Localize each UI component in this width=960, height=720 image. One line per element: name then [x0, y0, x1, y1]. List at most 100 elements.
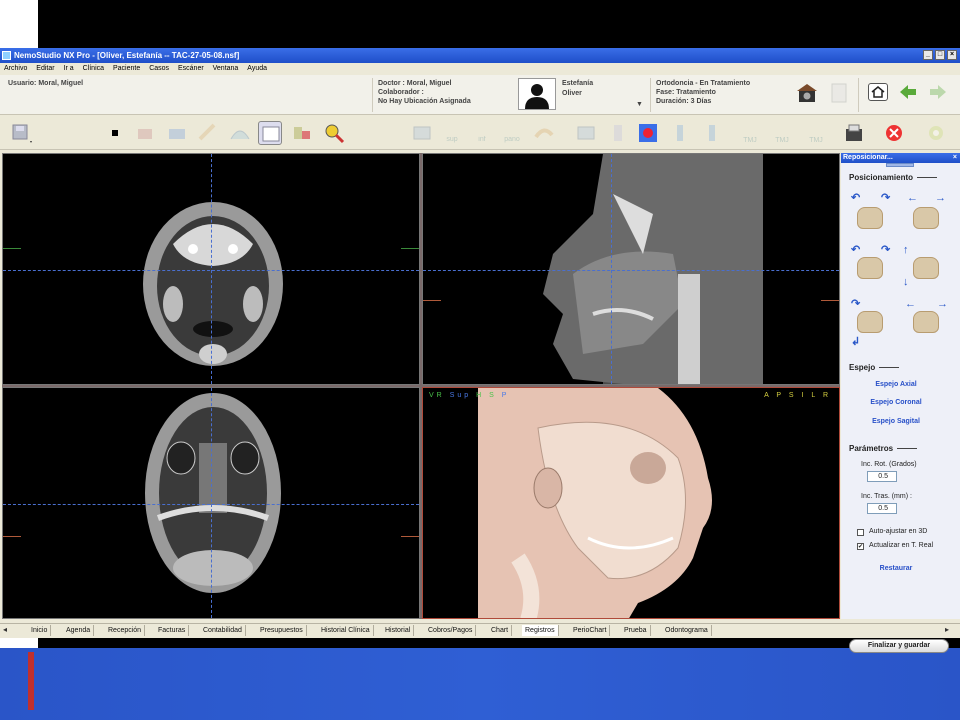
actualizar-checkbox[interactable]: ✔ [857, 543, 864, 550]
espejo-coronal-link[interactable]: Espejo Coronal [841, 399, 951, 406]
scroll-left-icon[interactable]: ◂ [3, 625, 7, 634]
black-square-icon[interactable] [104, 121, 128, 145]
label-sup[interactable]: Sup [450, 392, 471, 399]
forward-arrow-icon[interactable] [928, 83, 948, 101]
espejo-axial-link[interactable]: Espejo Axial [841, 381, 951, 388]
label-p[interactable]: P [502, 392, 510, 399]
layout-icon[interactable] [258, 121, 282, 145]
menu-paciente[interactable]: Paciente [113, 65, 140, 72]
arch-icon[interactable] [228, 121, 252, 145]
orient-r[interactable]: R [823, 392, 831, 399]
sup-view-button[interactable]: sup [440, 121, 464, 145]
grid-view-icon[interactable] [574, 121, 598, 145]
orient-l[interactable]: L [811, 392, 818, 399]
tools-icon[interactable] [290, 121, 314, 145]
coronal-view[interactable] [2, 387, 420, 619]
tab-recepcion[interactable]: Recepción [105, 625, 146, 636]
orient-s[interactable]: S [789, 392, 797, 399]
tab-historial-clinica[interactable]: Historial Clínica [318, 625, 374, 636]
cancel-icon[interactable] [882, 121, 906, 145]
truck-icon[interactable] [165, 121, 189, 145]
tmj-button-1[interactable]: TMJ [738, 121, 762, 145]
rotate-left-arrow-icon[interactable]: ← [907, 193, 918, 204]
menu-casos[interactable]: Casos [149, 65, 169, 72]
menu-editar[interactable]: Editar [36, 65, 54, 72]
slice-view-icon[interactable] [410, 121, 434, 145]
minimize-button[interactable]: _ [923, 50, 933, 60]
model-icon[interactable] [134, 121, 158, 145]
move-right-arrow-icon[interactable]: → [937, 299, 948, 310]
printer-icon[interactable] [842, 121, 866, 145]
tab-periochart[interactable]: PerioChart [570, 625, 611, 636]
tab-prueba[interactable]: Prueba [621, 625, 651, 636]
panel-close-icon[interactable]: × [953, 153, 957, 163]
rotate-right-arrow-icon[interactable]: → [935, 193, 946, 204]
orient-i[interactable]: I [801, 392, 806, 399]
maximize-button[interactable]: □ [935, 50, 945, 60]
inc-tras-stepper[interactable]: 0.5 [867, 503, 897, 514]
patient-dropdown-icon[interactable]: ▼ [636, 101, 643, 108]
tmj-button-3[interactable]: TMJ [804, 121, 828, 145]
ruler-icon[interactable] [196, 121, 220, 145]
camera-icon[interactable] [795, 81, 819, 105]
menu-ayuda[interactable]: Ayuda [247, 65, 267, 72]
tab-agenda[interactable]: Agenda [63, 625, 95, 636]
label-vr[interactable]: VR [429, 392, 445, 399]
tab-odontograma[interactable]: Odontograma [662, 625, 712, 636]
tab-inicio[interactable]: Inicio [28, 625, 52, 636]
axial-view[interactable] [2, 153, 420, 385]
implant-2-icon[interactable] [700, 121, 724, 145]
airway-icon[interactable] [636, 121, 660, 145]
tab-cobros-pagos[interactable]: Cobros/Pagos [425, 625, 477, 636]
rotate-left-skull-icon[interactable] [857, 207, 883, 229]
move-down-arrow-icon[interactable]: ↓ [903, 277, 909, 288]
pano-view-button[interactable]: pano [500, 121, 524, 145]
implant-icon[interactable] [668, 121, 692, 145]
settings-gear-icon[interactable] [924, 121, 948, 145]
orient-p[interactable]: P [776, 392, 784, 399]
menu-clinica[interactable]: Clínica [83, 65, 104, 72]
rotate-ccw-arrow-icon[interactable]: ↶ [851, 193, 860, 204]
finalizar-button[interactable]: Finalizar y guardar [849, 639, 949, 653]
inc-rot-stepper[interactable]: 0.5 [867, 471, 897, 482]
menu-ir-a[interactable]: Ir a [64, 65, 74, 72]
label-h[interactable]: H [476, 392, 484, 399]
espejo-sagital-link[interactable]: Espejo Sagital [841, 418, 951, 425]
save-icon[interactable] [10, 121, 34, 145]
orient-a[interactable]: A [764, 392, 771, 399]
rotate-cw-arrow-icon[interactable]: ↷ [881, 193, 890, 204]
render-3d-view[interactable]: VR Sup H S P A P S I L R [422, 387, 840, 619]
tab-historial[interactable]: Historial [382, 625, 415, 636]
tab-chart[interactable]: Chart [488, 625, 513, 636]
document-icon[interactable] [827, 81, 851, 105]
tooth-icon[interactable] [606, 121, 630, 145]
inf-view-button[interactable]: inf [470, 121, 494, 145]
radiation-search-icon[interactable] [322, 121, 346, 145]
scroll-right-icon[interactable]: ▸ [945, 625, 949, 634]
curve-icon[interactable] [532, 121, 556, 145]
yaw-back-arrow-icon[interactable]: ↲ [851, 337, 860, 348]
tilt-cw-arrow-icon[interactable]: ↷ [881, 245, 890, 256]
close-button[interactable]: × [947, 50, 957, 60]
auto-ajustar-checkbox[interactable] [857, 529, 864, 536]
menu-escaner[interactable]: Escáner [178, 65, 204, 72]
move-left-arrow-icon[interactable]: ← [905, 299, 916, 310]
menu-archivo[interactable]: Archivo [4, 65, 27, 72]
label-s[interactable]: S [489, 392, 497, 399]
yaw-arrow-icon[interactable]: ↷ [851, 299, 860, 310]
tab-facturas[interactable]: Facturas [155, 625, 190, 636]
tilt-skull-icon[interactable] [857, 257, 883, 279]
tab-contabilidad[interactable]: Contabilidad [200, 625, 246, 636]
tab-registros[interactable]: Registros [522, 625, 559, 636]
move-up-arrow-icon[interactable]: ↑ [903, 245, 909, 256]
back-arrow-icon[interactable] [898, 83, 918, 101]
yaw-skull-icon[interactable] [857, 311, 883, 333]
tmj-button-2[interactable]: TMJ [770, 121, 794, 145]
tab-presupuestos[interactable]: Presupuestos [257, 625, 307, 636]
move-horizontal-skull-icon[interactable] [913, 311, 939, 333]
move-vertical-skull-icon[interactable] [913, 257, 939, 279]
rotate-right-skull-icon[interactable] [913, 207, 939, 229]
sagittal-view[interactable] [422, 153, 840, 385]
restaurar-link[interactable]: Restaurar [841, 565, 951, 572]
panel-handle[interactable] [886, 163, 914, 167]
